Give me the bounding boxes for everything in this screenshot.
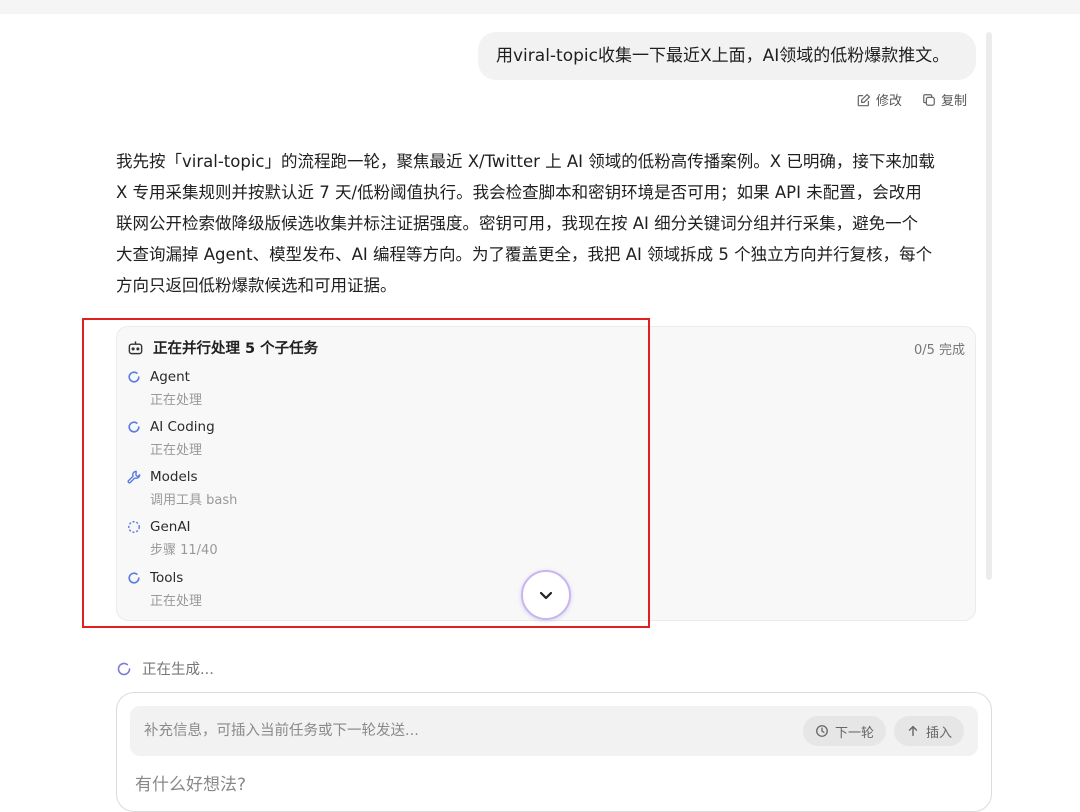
generating-label: 正在生成...: [142, 662, 214, 678]
subtask-name: GenAI: [150, 519, 191, 535]
subtask-progress: 0/5 完成: [913, 343, 965, 358]
spinner-icon: [128, 371, 140, 383]
spinner-icon: [128, 572, 140, 584]
robot-icon: [128, 341, 143, 355]
assistant-line: 我先按「viral-topic」的流程跑一轮，聚焦最近 X/Twitter 上 …: [116, 152, 935, 171]
assistant-message: 我先按「viral-topic」的流程跑一轮，聚焦最近 X/Twitter 上 …: [116, 146, 982, 301]
edit-message-button[interactable]: 修改: [857, 90, 902, 109]
scrollbar[interactable]: [986, 32, 992, 580]
top-bar: [0, 0, 1080, 14]
assistant-line: X 专用采集规则并按默认近 7 天/低粉阈值执行。我会检查脚本和密钥环境是否可用…: [116, 183, 922, 202]
subtask-name: Tools: [150, 570, 184, 586]
subtask-item-tools[interactable]: Tools 正在处理: [127, 570, 202, 609]
composer: 下一轮 插入: [116, 692, 992, 812]
subtask-status: 步骤 11/40: [150, 543, 218, 558]
insert-label: 插入: [925, 725, 952, 741]
main-prompt-input[interactable]: [135, 771, 975, 799]
next-round-label: 下一轮: [834, 725, 874, 741]
subtask-item-models[interactable]: Models 调用工具 bash: [127, 469, 237, 508]
generating-status: 正在生成...: [116, 658, 214, 679]
spinner-icon: [128, 421, 140, 433]
edit-label: 修改: [875, 94, 902, 109]
arrow-up-icon: [908, 725, 918, 737]
subtask-panel-header: 正在并行处理 5 个子任务: [127, 337, 318, 358]
copy-label: 复制: [940, 94, 967, 109]
spinner-icon: [117, 662, 131, 675]
chevron-down-icon: [539, 591, 553, 600]
subtask-status: 正在处理: [150, 443, 203, 458]
message-actions: 修改 复制: [857, 90, 967, 109]
subtask-item-agent[interactable]: Agent 正在处理: [127, 369, 202, 408]
subtask-name: Models: [150, 469, 198, 485]
subtask-status: 正在处理: [150, 594, 203, 609]
assistant-line: 联网公开检索做降级版候选收集并标注证据强度。密钥可用，我现在按 AI 细分关键词…: [116, 214, 919, 233]
scroll-down-button[interactable]: [521, 570, 571, 620]
copy-message-button[interactable]: 复制: [922, 90, 967, 109]
subtask-panel-title: 正在并行处理 5 个子任务: [153, 341, 319, 357]
clock-icon: [816, 725, 828, 737]
followup-input[interactable]: [130, 706, 803, 756]
next-round-button[interactable]: 下一轮: [802, 716, 886, 746]
wrench-icon: [127, 470, 141, 484]
insert-button[interactable]: 插入: [893, 716, 964, 746]
followup-bar: 下一轮 插入: [130, 706, 978, 756]
subtask-item-genai[interactable]: GenAI 步骤 11/40: [127, 519, 218, 558]
user-message-bubble: 用viral-topic收集一下最近X上面，AI领域的低粉爆款推文。: [478, 32, 976, 80]
copy-icon: [923, 93, 935, 106]
subtask-status: 正在处理: [150, 393, 203, 408]
subtask-status: 调用工具 bash: [150, 493, 238, 508]
subtask-item-ai-coding[interactable]: AI Coding 正在处理: [127, 419, 215, 458]
assistant-line: 大查询漏掉 Agent、模型发布、AI 编程等方向。为了覆盖更全，我把 AI 领…: [116, 245, 933, 264]
assistant-line: 方向只返回低粉爆款候选和可用证据。: [116, 276, 397, 295]
subtask-name: AI Coding: [150, 419, 215, 435]
dashed-circle-icon: [128, 521, 140, 533]
subtask-name: Agent: [150, 369, 190, 385]
edit-icon: [857, 93, 871, 106]
